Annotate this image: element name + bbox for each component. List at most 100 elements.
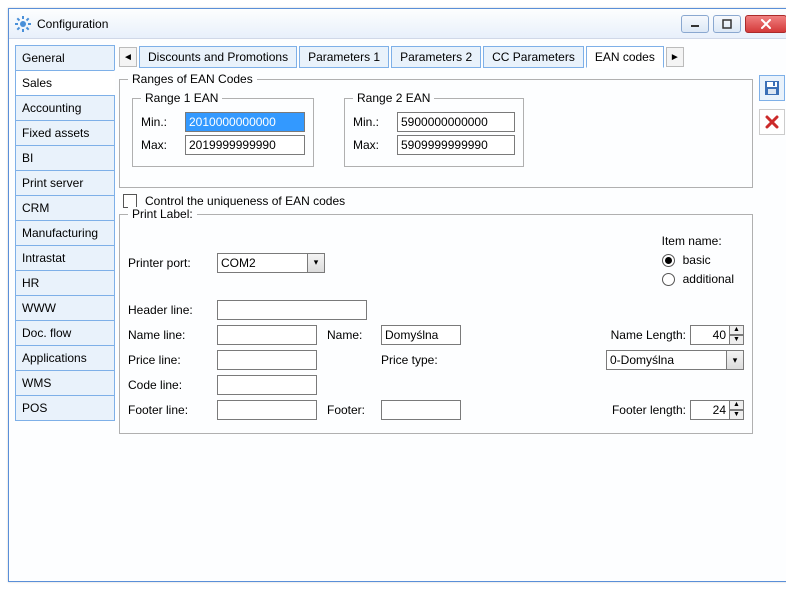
- sidebar-item-label: Intrastat: [22, 251, 65, 265]
- tab-cc-parameters[interactable]: CC Parameters: [483, 46, 584, 68]
- tab-scroll-right[interactable]: ►: [666, 47, 684, 67]
- range1-min-label: Min.:: [141, 115, 181, 129]
- name-length-input[interactable]: [690, 325, 730, 345]
- header-line-label: Header line:: [128, 303, 213, 317]
- tab-parameters-1[interactable]: Parameters 1: [299, 46, 389, 68]
- sidebar-item-label: Accounting: [22, 101, 81, 115]
- group-range-2: Range 2 EAN Min.: Max:: [344, 98, 524, 167]
- sidebar-item-intrastat[interactable]: Intrastat: [15, 245, 115, 271]
- group-print-label: Print Label: Printer port: ▾ Item name: …: [119, 214, 753, 434]
- name-length-label: Name Length:: [611, 328, 686, 342]
- main-area: ◄ Discounts and Promotions Parameters 1 …: [119, 45, 786, 575]
- group-range-1: Range 1 EAN Min.: Max:: [132, 98, 314, 167]
- footer-length-label: Footer length:: [612, 403, 686, 417]
- title-bar: Configuration: [9, 9, 786, 39]
- name-length-up[interactable]: ▲: [730, 325, 744, 335]
- footer-length-down[interactable]: ▼: [730, 410, 744, 420]
- sidebar-item-www[interactable]: WWW: [15, 295, 115, 321]
- footer-line-label: Footer line:: [128, 403, 213, 417]
- range1-max-input[interactable]: [185, 135, 305, 155]
- sidebar-item-label: WWW: [22, 301, 56, 315]
- sidebar-item-applications[interactable]: Applications: [15, 345, 115, 371]
- sidebar-item-label: Manufacturing: [22, 226, 98, 240]
- radio-basic[interactable]: [662, 254, 675, 267]
- name-input[interactable]: [381, 325, 461, 345]
- sidebar-item-label: Sales: [22, 76, 52, 90]
- group-legend: Range 1 EAN: [141, 91, 222, 105]
- sidebar-item-doc-flow[interactable]: Doc. flow: [15, 320, 115, 346]
- range2-min-input[interactable]: [397, 112, 515, 132]
- cancel-button[interactable]: [759, 109, 785, 135]
- footer-line-input[interactable]: [217, 400, 317, 420]
- code-line-label: Code line:: [128, 378, 213, 392]
- code-line-input[interactable]: [217, 375, 317, 395]
- name-line-label: Name line:: [128, 328, 213, 342]
- sidebar-item-fixed-assets[interactable]: Fixed assets: [15, 120, 115, 146]
- sidebar-item-manufacturing[interactable]: Manufacturing: [15, 220, 115, 246]
- window-title: Configuration: [37, 17, 681, 31]
- radio-additional-label: additional: [683, 272, 734, 286]
- save-button[interactable]: [759, 75, 785, 101]
- name-line-input[interactable]: [217, 325, 317, 345]
- sidebar-item-general[interactable]: General: [15, 45, 115, 71]
- minimize-button[interactable]: [681, 15, 709, 33]
- footer-length-input[interactable]: [690, 400, 730, 420]
- printer-port-dropdown[interactable]: ▾: [307, 253, 325, 273]
- footer-input[interactable]: [381, 400, 461, 420]
- range1-max-label: Max:: [141, 138, 181, 152]
- item-name-group: Item name: basic additional: [652, 230, 744, 295]
- footer-length-up[interactable]: ▲: [730, 400, 744, 410]
- printer-port-label: Printer port:: [128, 256, 213, 270]
- uniqueness-label: Control the uniqueness of EAN codes: [145, 194, 345, 208]
- sidebar-item-label: General: [22, 51, 65, 65]
- tab-discounts[interactable]: Discounts and Promotions: [139, 46, 297, 68]
- right-toolbar: [757, 75, 786, 575]
- printer-port-input[interactable]: [217, 253, 307, 273]
- close-icon: [765, 115, 779, 129]
- sidebar-item-label: POS: [22, 401, 47, 415]
- group-legend: Print Label:: [128, 207, 197, 221]
- group-legend: Range 2 EAN: [353, 91, 434, 105]
- uniqueness-checkbox[interactable]: [123, 194, 137, 208]
- range2-min-label: Min.:: [353, 115, 393, 129]
- sidebar-item-label: BI: [22, 151, 33, 165]
- sidebar-item-label: Applications: [22, 351, 87, 365]
- sidebar-item-wms[interactable]: WMS: [15, 370, 115, 396]
- sidebar-item-crm[interactable]: CRM: [15, 195, 115, 221]
- header-line-input[interactable]: [217, 300, 367, 320]
- range1-min-input[interactable]: [185, 112, 305, 132]
- sidebar-item-hr[interactable]: HR: [15, 270, 115, 296]
- radio-additional[interactable]: [662, 273, 675, 286]
- sidebar-item-label: HR: [22, 276, 39, 290]
- sidebar-item-sales[interactable]: Sales: [15, 70, 115, 96]
- price-line-input[interactable]: [217, 350, 317, 370]
- tab-ean-codes[interactable]: EAN codes: [586, 46, 664, 68]
- sidebar-item-bi[interactable]: BI: [15, 145, 115, 171]
- range2-max-input[interactable]: [397, 135, 515, 155]
- maximize-button[interactable]: [713, 15, 741, 33]
- sidebar-item-label: Print server: [22, 176, 83, 190]
- tab-strip: ◄ Discounts and Promotions Parameters 1 …: [119, 45, 786, 69]
- sidebar-item-accounting[interactable]: Accounting: [15, 95, 115, 121]
- price-type-input[interactable]: [606, 350, 726, 370]
- item-name-title: Item name:: [662, 234, 734, 248]
- gear-icon: [15, 16, 31, 32]
- name-label: Name:: [327, 328, 377, 342]
- tab-scroll-left[interactable]: ◄: [119, 47, 137, 67]
- price-type-label: Price type:: [381, 353, 451, 367]
- radio-basic-label: basic: [683, 253, 711, 267]
- price-line-label: Price line:: [128, 353, 213, 367]
- sidebar-item-label: CRM: [22, 201, 49, 215]
- footer-label: Footer:: [327, 403, 377, 417]
- sidebar-item-label: WMS: [22, 376, 51, 390]
- price-type-dropdown[interactable]: ▾: [726, 350, 744, 370]
- tab-parameters-2[interactable]: Parameters 2: [391, 46, 481, 68]
- floppy-icon: [764, 80, 780, 96]
- close-button[interactable]: [745, 15, 786, 33]
- sidebar-item-print-server[interactable]: Print server: [15, 170, 115, 196]
- group-legend: Ranges of EAN Codes: [128, 72, 257, 86]
- sidebar-item-pos[interactable]: POS: [15, 395, 115, 421]
- sidebar: General Sales Accounting Fixed assets BI…: [15, 45, 115, 575]
- configuration-window: Configuration General Sales Accounting F…: [8, 8, 786, 582]
- name-length-down[interactable]: ▼: [730, 335, 744, 345]
